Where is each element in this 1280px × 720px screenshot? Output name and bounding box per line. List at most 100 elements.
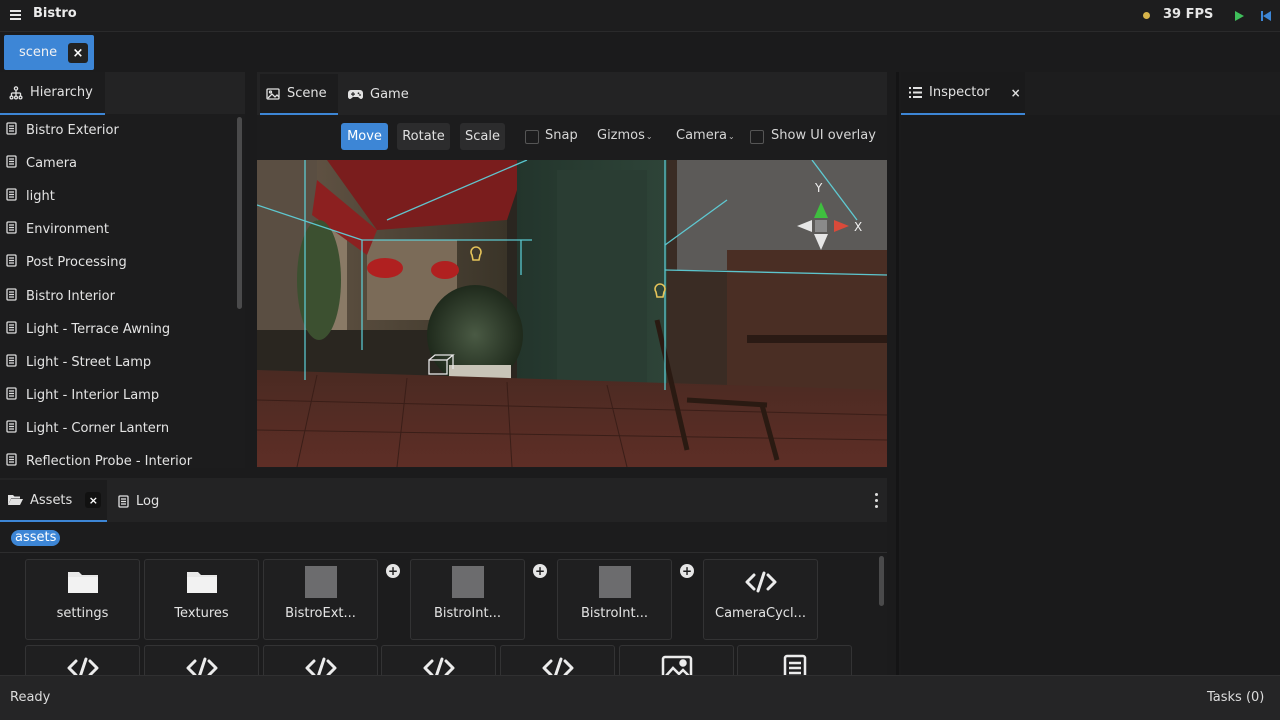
rotate-tool-button[interactable]: Rotate [397, 123, 450, 150]
hierarchy-item[interactable]: Light - Terrace Awning [0, 313, 237, 346]
gizmos-dropdown[interactable]: Gizmos⌄ [597, 128, 653, 143]
status-bar [0, 675, 1280, 720]
gizmo-x-label: X [854, 220, 862, 234]
asset-tile[interactable]: CameraCycl... [703, 559, 818, 640]
camera-dropdown[interactable]: Camera⌄ [676, 128, 735, 143]
panel-divider[interactable] [896, 72, 899, 675]
hierarchy-item-label: Light - Terrace Awning [26, 321, 171, 337]
scale-tool-button[interactable]: Scale [460, 123, 505, 150]
fps-indicator-dot [1143, 12, 1150, 19]
fps-counter: 39 FPS [1163, 7, 1214, 22]
tab-log[interactable]: Log [110, 480, 174, 522]
entity-icon [6, 254, 17, 271]
code-icon [305, 652, 337, 675]
play-icon[interactable] [1229, 6, 1249, 26]
close-icon[interactable]: × [68, 43, 88, 63]
folder-icon [186, 566, 218, 598]
status-text: Ready [10, 690, 51, 705]
breadcrumb-item-assets[interactable]: assets [11, 530, 61, 546]
tab-log-label: Log [136, 493, 160, 509]
tab-assets[interactable]: Assets × [0, 480, 107, 522]
hierarchy-icon [9, 85, 23, 100]
code-icon [542, 652, 574, 675]
hierarchy-item[interactable]: Light - Street Lamp [0, 346, 237, 379]
list-icon [909, 87, 922, 98]
add-instance-icon[interactable]: + [386, 564, 400, 578]
asset-label: BistroInt... [434, 606, 501, 621]
hierarchy-item[interactable]: Bistro Exterior [0, 114, 237, 147]
asset-tile[interactable]: Textures [144, 559, 259, 640]
app-title: Bistro [33, 6, 77, 21]
scene-viewport[interactable]: X Y [257, 160, 887, 467]
scene-render: X Y [257, 160, 887, 467]
hierarchy-item[interactable]: Reflection Probe - Interior [0, 445, 237, 466]
asset-thumbnail [304, 566, 337, 598]
asset-tile[interactable]: BistroInt... [410, 559, 525, 640]
snap-checkbox[interactable] [525, 130, 539, 144]
chevron-down-icon: ⌄ [645, 132, 653, 141]
asset-tile[interactable] [263, 645, 378, 675]
entity-icon [6, 122, 17, 139]
image-icon [266, 87, 280, 100]
tab-scene-label: Scene [287, 86, 327, 101]
asset-tile[interactable] [619, 645, 734, 675]
show-ui-overlay-checkbox[interactable] [750, 130, 764, 144]
assets-grid: settings Textures BistroExt... BistroInt...… [0, 553, 877, 675]
hierarchy-item-label: Post Processing [26, 255, 127, 271]
tab-inspector[interactable]: Inspector × [901, 72, 1025, 115]
tab-inspector-label: Inspector [929, 85, 990, 100]
asset-tile[interactable]: settings [25, 559, 140, 640]
gizmos-dropdown-label: Gizmos [597, 128, 645, 143]
add-instance-icon[interactable]: + [533, 564, 547, 578]
code-icon [423, 652, 455, 675]
document-icon [783, 652, 807, 675]
asset-thumbnail [598, 566, 631, 598]
close-icon[interactable]: × [85, 492, 102, 508]
tab-scene[interactable]: Scene [260, 74, 338, 115]
tab-game[interactable]: Game [341, 74, 415, 115]
hierarchy-item-label: Light - Interior Lamp [26, 387, 160, 403]
hierarchy-item-label: Environment [26, 222, 110, 238]
document-tab-scene[interactable]: scene × [4, 35, 94, 70]
hierarchy-item[interactable]: Environment [0, 213, 237, 246]
asset-tile[interactable] [500, 645, 615, 675]
close-icon[interactable]: × [1011, 86, 1021, 100]
entity-icon [6, 453, 17, 466]
hierarchy-item[interactable]: Camera [0, 147, 237, 180]
hierarchy-item[interactable]: Light - Corner Lantern [0, 412, 237, 445]
inspector-panel [901, 72, 1280, 675]
asset-tile[interactable]: BistroInt... [557, 559, 672, 640]
hierarchy-item-label: Bistro Interior [26, 288, 115, 304]
hierarchy-item[interactable]: light [0, 180, 237, 213]
move-tool-button[interactable]: Move [341, 123, 388, 150]
hierarchy-item[interactable]: Bistro Interior [0, 279, 237, 312]
step-back-icon[interactable] [1256, 6, 1276, 26]
hierarchy-item[interactable]: Light - Interior Lamp [0, 379, 237, 412]
asset-tile[interactable] [25, 645, 140, 675]
assets-scrollbar[interactable] [879, 556, 884, 606]
tab-assets-label: Assets [30, 492, 73, 508]
asset-thumbnail [451, 566, 484, 598]
asset-tile[interactable] [144, 645, 259, 675]
breadcrumb [0, 522, 887, 553]
tab-hierarchy-label: Hierarchy [30, 85, 93, 100]
asset-tile[interactable] [737, 645, 852, 675]
hierarchy-scrollbar[interactable] [237, 117, 242, 309]
hierarchy-item[interactable]: Post Processing [0, 246, 237, 279]
document-icon [118, 494, 129, 508]
entity-icon [6, 354, 17, 371]
entity-icon [6, 387, 17, 404]
tasks-indicator[interactable]: Tasks (0) [1207, 690, 1264, 705]
gizmo-y-label: Y [814, 181, 823, 195]
hierarchy-item-label: Light - Street Lamp [26, 354, 152, 370]
asset-tile[interactable]: BistroExt... [263, 559, 378, 640]
asset-label: Textures [174, 606, 229, 621]
more-options-icon[interactable] [868, 490, 884, 510]
chevron-down-icon: ⌄ [728, 132, 735, 141]
hamburger-menu-icon[interactable] [6, 6, 24, 24]
tab-hierarchy[interactable]: Hierarchy [0, 72, 105, 115]
entity-icon [6, 221, 17, 238]
image-icon [661, 652, 693, 675]
add-instance-icon[interactable]: + [680, 564, 694, 578]
asset-tile[interactable] [381, 645, 496, 675]
